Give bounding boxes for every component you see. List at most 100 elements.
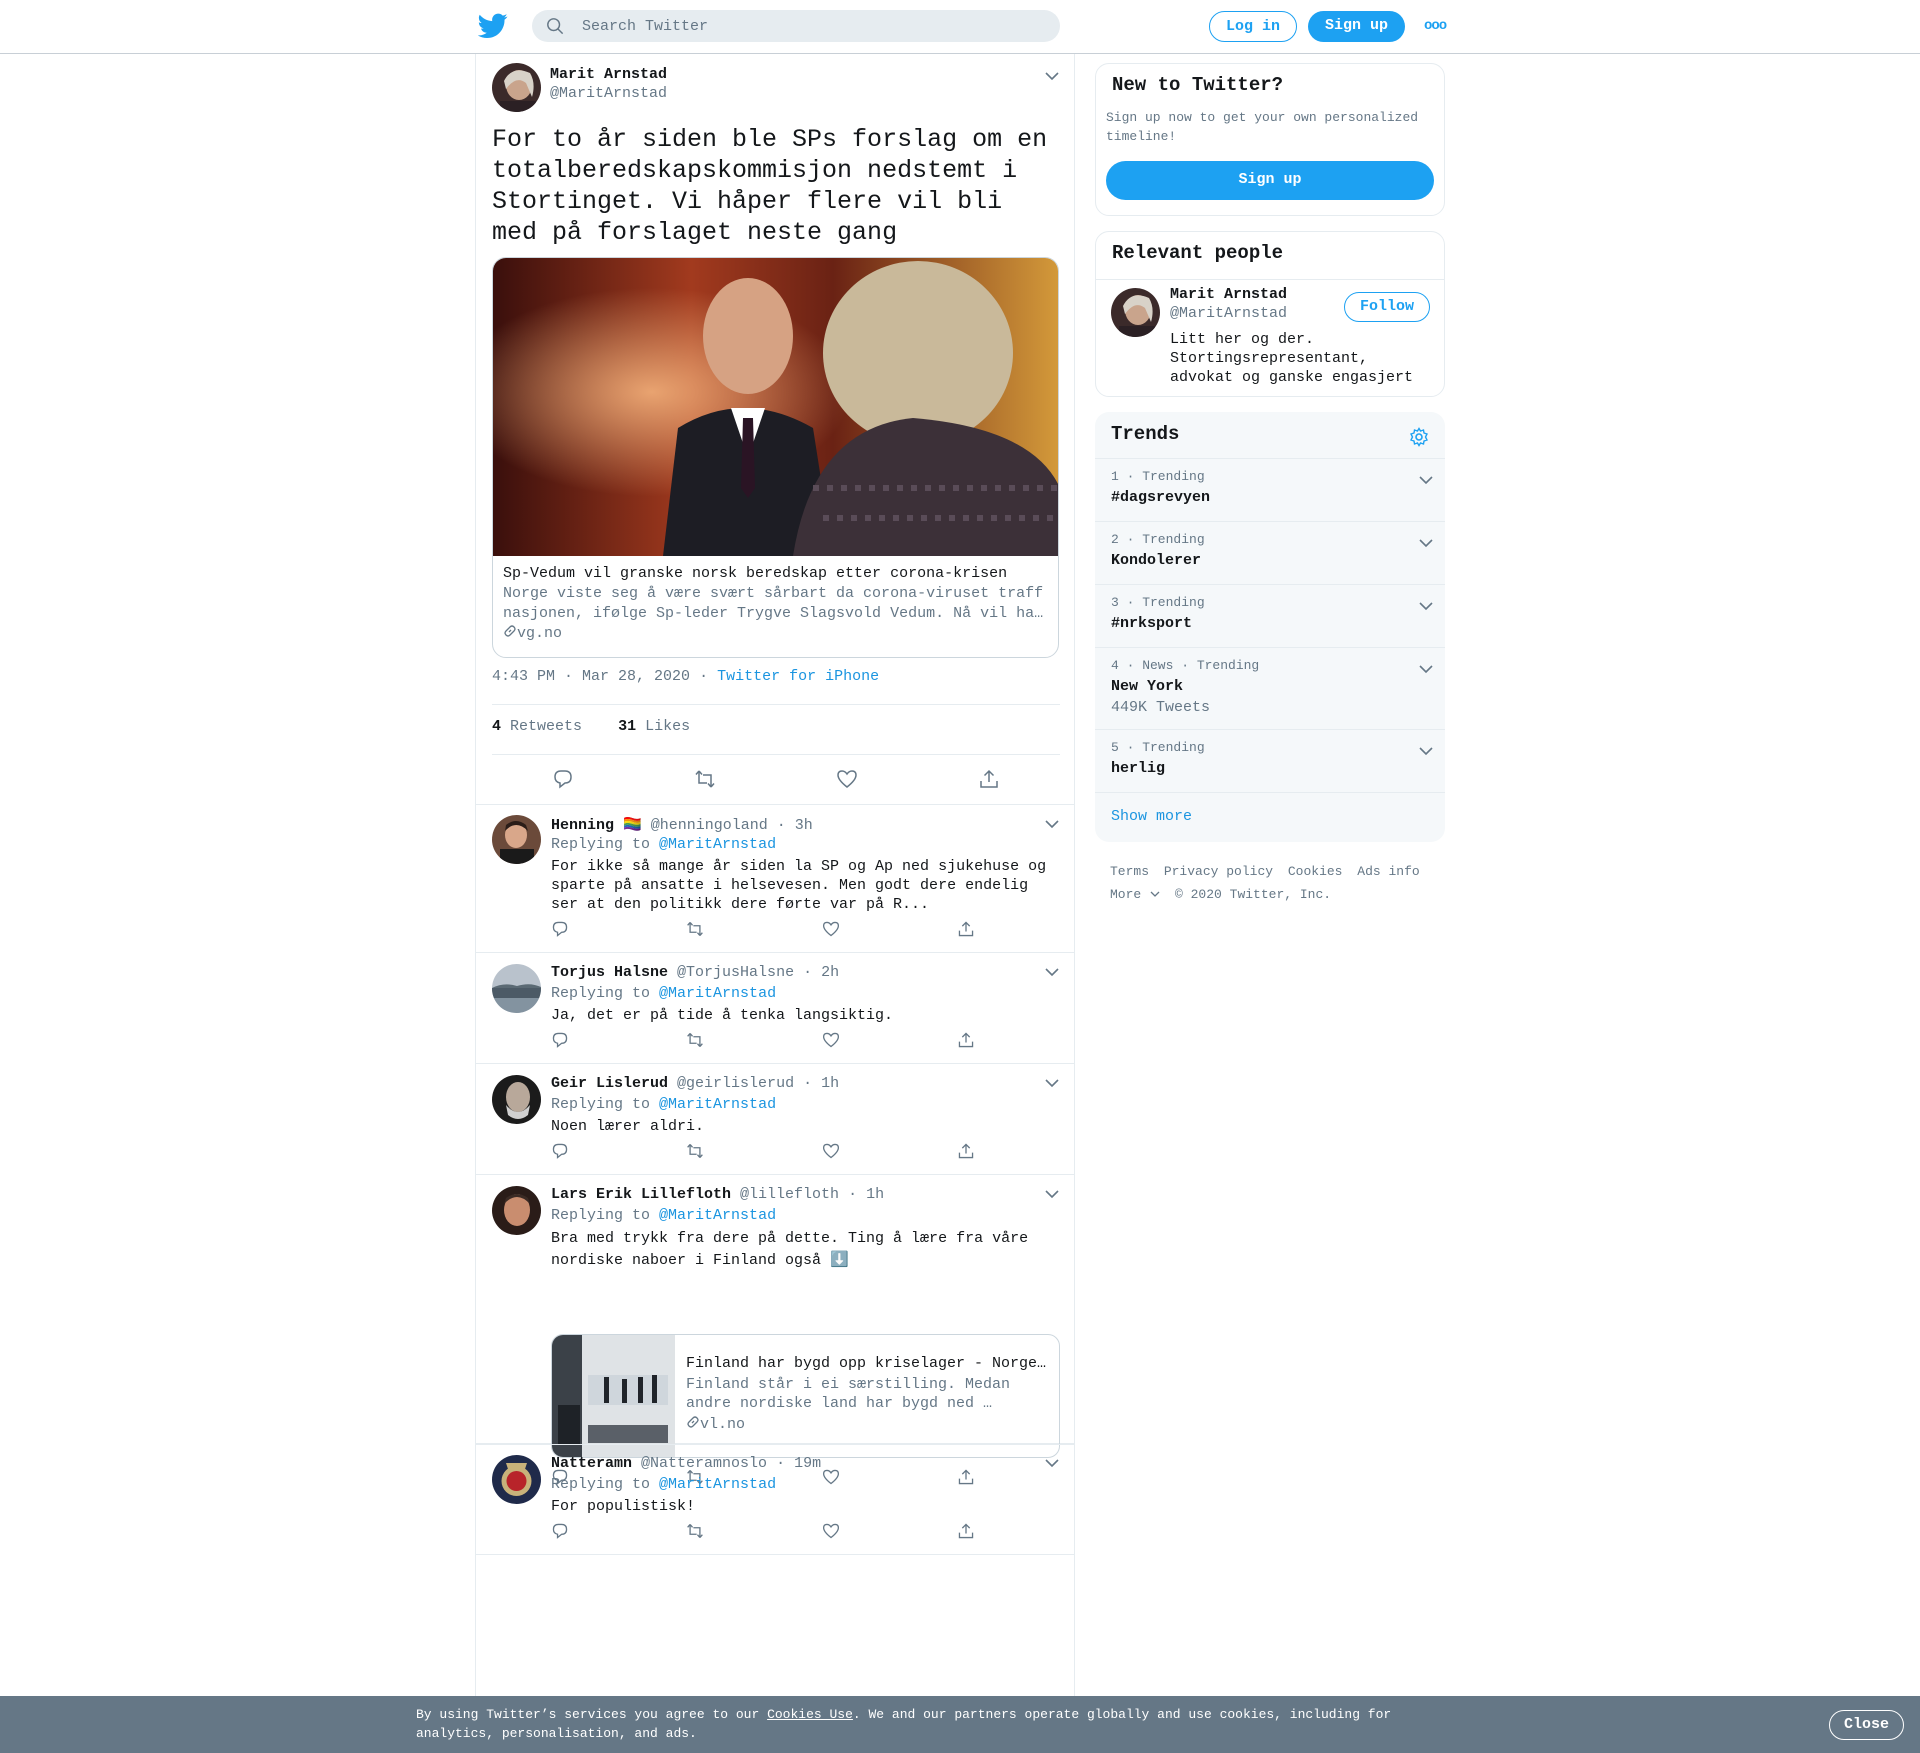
retweet-icon[interactable] xyxy=(686,920,704,938)
replying-to: Replying to @MaritArnstad xyxy=(551,985,776,1002)
chevron-down-icon[interactable] xyxy=(1045,1078,1059,1088)
share-icon[interactable] xyxy=(957,920,975,938)
avatar[interactable] xyxy=(492,63,541,112)
trend-item[interactable]: 5 · Trending herlig xyxy=(1095,730,1445,793)
like-icon[interactable] xyxy=(822,920,840,938)
avatar[interactable] xyxy=(492,964,541,1013)
link-card-domain-text: vg.no xyxy=(517,625,563,642)
reply-header: Geir Lislerud @geirlislerud · 1h xyxy=(551,1075,839,1092)
close-button[interactable]: Close xyxy=(1829,1710,1904,1740)
tweet-timestamp[interactable]: 4:43 PM · Mar 28, 2020 xyxy=(492,668,690,685)
main-timeline: Marit Arnstad @MaritArnstad For to år si… xyxy=(475,54,1075,1753)
reply-tweet[interactable]: Natteramn @Natteramnoslo · 19m Replying … xyxy=(476,1444,1074,1555)
chevron-down-icon[interactable] xyxy=(1045,967,1059,977)
more-options-icon[interactable]: ooo xyxy=(1424,18,1448,36)
cookies-use-link[interactable]: Cookies Use xyxy=(767,1707,853,1722)
author-name[interactable]: Marit Arnstad xyxy=(550,66,667,83)
reply-time[interactable]: · 1h xyxy=(848,1186,884,1203)
author-handle[interactable]: @henningoland xyxy=(651,817,768,834)
search-box[interactable]: Search Twitter xyxy=(532,10,1060,42)
author-name[interactable]: Natteramn xyxy=(551,1455,632,1472)
tweet-source-link[interactable]: Twitter for iPhone xyxy=(717,668,879,685)
reply-tweet[interactable]: Henning 🏳️‍🌈 @henningoland · 3h Replying… xyxy=(476,805,1074,953)
sidebar-sign-up-button[interactable]: Sign up xyxy=(1106,161,1434,200)
like-icon[interactable] xyxy=(822,1031,840,1049)
author-name[interactable]: Lars Erik Lillefloth xyxy=(551,1186,731,1203)
reply-icon[interactable] xyxy=(551,1142,569,1160)
share-icon[interactable] xyxy=(957,1142,975,1160)
chevron-down-icon[interactable] xyxy=(1045,71,1059,81)
author-name[interactable]: Torjus Halsne xyxy=(551,964,668,981)
trend-item[interactable]: 1 · Trending #dagsrevyen xyxy=(1095,459,1445,522)
chevron-down-icon[interactable] xyxy=(1045,1189,1059,1199)
author-name[interactable]: Henning xyxy=(551,817,614,834)
reply-tweet[interactable]: Lars Erik Lillefloth @lillefloth · 1h Re… xyxy=(476,1176,1074,1485)
replying-to-handle[interactable]: @MaritArnstad xyxy=(659,836,776,853)
reply-icon[interactable] xyxy=(552,768,574,790)
cookies-link[interactable]: Cookies xyxy=(1288,864,1343,879)
ads-info-link[interactable]: Ads info xyxy=(1357,864,1419,879)
avatar[interactable] xyxy=(492,1075,541,1124)
trend-item[interactable]: 3 · Trending #nrksport xyxy=(1095,585,1445,648)
reply-tweet[interactable]: Geir Lislerud @geirlislerud · 1h Replyin… xyxy=(476,1065,1074,1175)
author-name[interactable]: Geir Lislerud xyxy=(551,1075,668,1092)
reply-time[interactable]: · 3h xyxy=(777,817,813,834)
settings-gear-icon[interactable] xyxy=(1409,427,1429,447)
avatar[interactable] xyxy=(1111,288,1160,337)
reply-icon[interactable] xyxy=(551,1522,569,1540)
author-handle[interactable]: @TorjusHalsne xyxy=(677,964,794,981)
retweet-icon[interactable] xyxy=(686,1522,704,1540)
chevron-down-icon[interactable] xyxy=(1419,664,1433,674)
link-card[interactable]: Finland har bygd opp kriselager - Norge…… xyxy=(551,1334,1060,1458)
like-icon[interactable] xyxy=(822,1142,840,1160)
chevron-down-icon[interactable] xyxy=(1419,601,1433,611)
reply-tweet[interactable]: Torjus Halsne @TorjusHalsne · 2h Replyin… xyxy=(476,954,1074,1064)
trend-meta: 5 · Trending xyxy=(1111,740,1205,755)
replying-to-handle[interactable]: @MaritArnstad xyxy=(659,1476,776,1493)
reply-time[interactable]: · 2h xyxy=(803,964,839,981)
avatar[interactable] xyxy=(492,1186,541,1235)
reply-time[interactable]: · 19m xyxy=(776,1455,821,1472)
retweets-stat[interactable]: 4 Retweets xyxy=(492,718,582,735)
chevron-down-icon[interactable] xyxy=(1419,746,1433,756)
chevron-down-icon[interactable] xyxy=(1045,1458,1059,1468)
replying-to-handle[interactable]: @MaritArnstad xyxy=(659,985,776,1002)
chevron-down-icon[interactable] xyxy=(1419,475,1433,485)
author-handle[interactable]: @geirlislerud xyxy=(677,1075,794,1092)
terms-link[interactable]: Terms xyxy=(1110,864,1149,879)
link-card[interactable]: Sp-Vedum vil granske norsk beredskap ett… xyxy=(492,257,1059,658)
avatar[interactable] xyxy=(492,1455,541,1504)
likes-stat[interactable]: 31 Likes xyxy=(618,718,690,735)
share-icon[interactable] xyxy=(957,1031,975,1049)
author-handle[interactable]: @MaritArnstad xyxy=(550,85,667,102)
author-handle[interactable]: @lillefloth xyxy=(740,1186,839,1203)
avatar[interactable] xyxy=(492,815,541,864)
trend-item[interactable]: 4 · News · Trending New York 449K Tweets xyxy=(1095,648,1445,730)
replying-to-handle[interactable]: @MaritArnstad xyxy=(659,1207,776,1224)
retweet-icon[interactable] xyxy=(694,768,716,790)
like-icon[interactable] xyxy=(822,1522,840,1540)
chevron-down-icon[interactable] xyxy=(1045,819,1059,829)
reply-icon[interactable] xyxy=(551,1031,569,1049)
show-more-link[interactable]: Show more xyxy=(1111,808,1192,825)
trend-meta: 1 · Trending xyxy=(1111,469,1205,484)
chevron-down-icon[interactable] xyxy=(1419,538,1433,548)
retweet-icon[interactable] xyxy=(686,1031,704,1049)
replying-to-handle[interactable]: @MaritArnstad xyxy=(659,1096,776,1113)
author-handle[interactable]: @Natteramnoslo xyxy=(641,1455,767,1472)
share-icon[interactable] xyxy=(978,768,1000,790)
reply-time[interactable]: · 1h xyxy=(803,1075,839,1092)
trend-item[interactable]: 2 · Trending Kondolerer xyxy=(1095,522,1445,585)
like-icon[interactable] xyxy=(836,768,858,790)
follow-button[interactable]: Follow xyxy=(1344,292,1430,322)
more-footer-link[interactable]: More xyxy=(1110,887,1160,902)
privacy-policy-link[interactable]: Privacy policy xyxy=(1164,864,1273,879)
share-icon[interactable] xyxy=(957,1522,975,1540)
retweet-icon[interactable] xyxy=(686,1142,704,1160)
person-handle[interactable]: @MaritArnstad xyxy=(1170,305,1287,322)
person-name[interactable]: Marit Arnstad xyxy=(1170,286,1287,303)
twitter-bird-icon[interactable] xyxy=(478,13,508,39)
log-in-button[interactable]: Log in xyxy=(1209,11,1297,42)
sign-up-button[interactable]: Sign up xyxy=(1308,11,1405,42)
reply-icon[interactable] xyxy=(551,920,569,938)
